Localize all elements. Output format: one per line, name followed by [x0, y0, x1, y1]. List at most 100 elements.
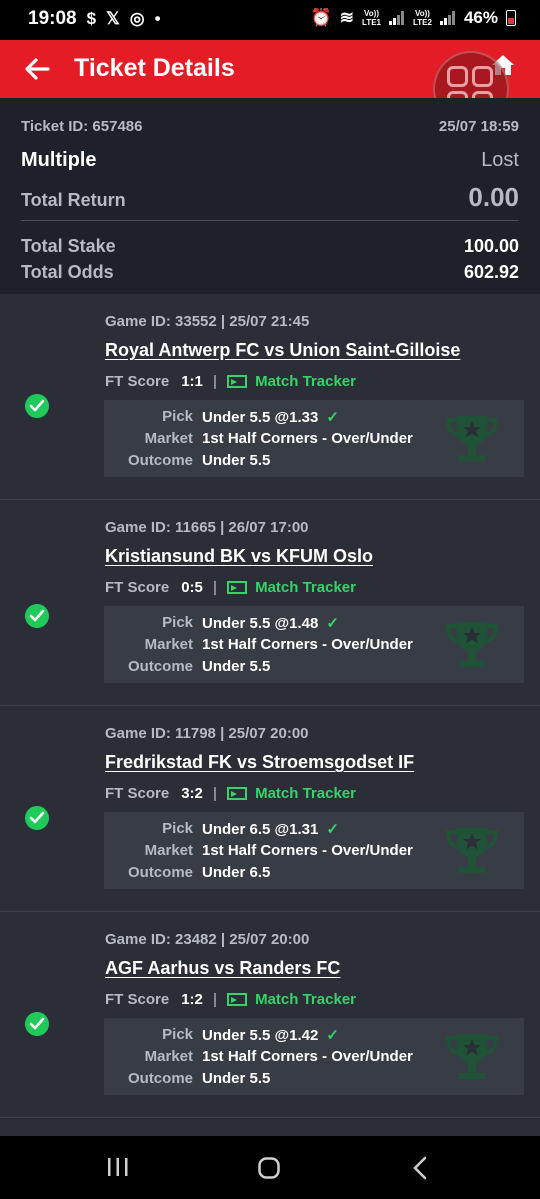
battery-percent: 46%	[463, 8, 498, 27]
pick-label: Pick	[162, 1026, 193, 1043]
grid-square-icon	[472, 66, 493, 87]
match-tracker-link[interactable]: Match Tracker	[255, 991, 356, 1008]
pick-details: Pick Under 6.5 @1.31 ✓ Market 1st Half Corn…	[104, 812, 524, 889]
status-bar: 19:08 $ 𝕏 ◎ • ⏰ ≋ Vo)) LTE1 Vo)) LTE2 46%	[0, 0, 540, 40]
ft-score: 0:5	[181, 579, 203, 596]
alarm-icon: ⏰	[310, 8, 332, 27]
total-odds-row: Total Odds 602.92	[21, 262, 519, 283]
summary-divider	[21, 220, 519, 221]
match-tracker-icon[interactable]	[227, 993, 248, 1006]
pick-label: Pick	[162, 614, 193, 631]
ticket-date: 25/07 18:59	[438, 118, 519, 135]
pick-details: Pick Under 5.5 @1.33 ✓ Market 1st Half Corn…	[104, 400, 524, 477]
game-id: Game ID: 11798 | 25/07 20:00	[105, 725, 309, 742]
total-return-row: Total Return 0.00	[21, 182, 519, 213]
market-label: Market	[144, 430, 193, 447]
outcome-value: Under 5.5	[202, 658, 271, 675]
x-icon: 𝕏	[106, 9, 120, 28]
separator: |	[212, 373, 218, 390]
recent-apps-icon[interactable]	[106, 1156, 130, 1183]
ft-score-row: FT Score 0:5 | Match Tracker	[105, 579, 356, 596]
bet-type-row: Multiple Lost	[21, 149, 519, 172]
won-check-icon	[25, 604, 49, 628]
match-tracker-icon[interactable]	[227, 787, 248, 800]
pick-value: Under 5.5 @1.48 ✓	[202, 615, 339, 632]
market-label: Market	[144, 1048, 193, 1065]
ft-score-label: FT Score	[105, 991, 170, 1008]
battery-icon	[506, 10, 516, 26]
check-icon: ✓	[326, 615, 339, 632]
ft-score-row: FT Score 1:1 | Match Tracker	[105, 373, 356, 390]
outcome-value: Under 5.5	[202, 452, 271, 469]
list-item: Game ID: 11798 | 25/07 20:00 Fredrikstad…	[0, 706, 540, 912]
home-nav-icon[interactable]	[257, 1156, 281, 1185]
ticket-meta-row: Ticket ID: 657486 25/07 18:59	[21, 118, 519, 135]
check-icon: ✓	[326, 409, 339, 426]
bet-legs-list: Game ID: 33552 | 25/07 21:45 Royal Antwe…	[0, 294, 540, 1118]
outcome-label: Outcome	[127, 1070, 193, 1087]
market-value: 1st Half Corners - Over/Under	[202, 1048, 413, 1065]
system-nav-bar	[0, 1136, 540, 1199]
game-id: Game ID: 33552 | 25/07 21:45	[105, 313, 310, 330]
page-title: Ticket Details	[74, 54, 235, 82]
list-item: Game ID: 33552 | 25/07 21:45 Royal Antwe…	[0, 294, 540, 500]
outcome-label: Outcome	[127, 864, 193, 881]
won-check-icon	[25, 394, 49, 418]
outcome-value: Under 5.5	[202, 1070, 271, 1087]
instagram-icon: ◎	[129, 9, 145, 28]
outcome-value: Under 6.5	[202, 864, 271, 881]
ft-score-label: FT Score	[105, 579, 170, 596]
pick-value: Under 5.5 @1.42 ✓	[202, 1027, 339, 1044]
signal-icon	[389, 11, 405, 25]
back-arrow-icon[interactable]	[20, 52, 54, 86]
status-time: 19:08	[28, 8, 77, 29]
outcome-label: Outcome	[127, 658, 193, 675]
separator: |	[212, 991, 218, 1008]
sim2-indicator: Vo)) LTE2	[413, 9, 432, 27]
trophy-icon	[445, 1034, 499, 1079]
ticket-id: Ticket ID: 657486	[21, 118, 143, 135]
ft-score-label: FT Score	[105, 785, 170, 802]
match-tracker-link[interactable]: Match Tracker	[255, 579, 356, 596]
outcome-label: Outcome	[127, 452, 193, 469]
ft-score: 1:1	[181, 373, 203, 390]
match-link[interactable]: Kristiansund BK vs KFUM Oslo	[105, 546, 373, 567]
match-tracker-icon[interactable]	[227, 581, 248, 594]
s-icon: $	[86, 9, 97, 28]
status-right: ⏰ ≋ Vo)) LTE1 Vo)) LTE2 46%	[311, 8, 516, 28]
game-id: Game ID: 23482 | 25/07 20:00	[105, 931, 310, 948]
match-link[interactable]: Fredrikstad FK vs Stroemsgodset IF	[105, 752, 414, 773]
match-tracker-link[interactable]: Match Tracker	[255, 785, 356, 802]
trophy-icon	[445, 622, 499, 667]
total-return-value: 0.00	[468, 182, 519, 212]
signal-icon	[439, 11, 456, 25]
sim1-indicator: Vo)) LTE1	[362, 9, 381, 27]
total-return-label: Total Return	[21, 190, 126, 210]
ft-score-row: FT Score 3:2 | Match Tracker	[105, 785, 356, 802]
back-nav-icon[interactable]	[410, 1156, 430, 1185]
match-link[interactable]: AGF Aarhus vs Randers FC	[105, 958, 340, 979]
trophy-icon	[445, 828, 499, 873]
total-stake-row: Total Stake 100.00	[21, 236, 519, 257]
market-value: 1st Half Corners - Over/Under	[202, 430, 413, 447]
pick-label: Pick	[162, 820, 193, 837]
match-tracker-link[interactable]: Match Tracker	[255, 373, 356, 390]
ft-score-label: FT Score	[105, 373, 170, 390]
grid-square-icon	[447, 66, 468, 87]
market-label: Market	[144, 636, 193, 653]
status-left: 19:08 $ 𝕏 ◎ •	[28, 8, 161, 30]
match-tracker-icon[interactable]	[227, 375, 248, 388]
ft-score: 1:2	[181, 991, 203, 1008]
pick-value: Under 5.5 @1.33 ✓	[202, 409, 339, 426]
market-value: 1st Half Corners - Over/Under	[202, 636, 413, 653]
match-link[interactable]: Royal Antwerp FC vs Union Saint-Gilloise	[105, 340, 460, 361]
list-item: Game ID: 23482 | 25/07 20:00 AGF Aarhus …	[0, 912, 540, 1118]
separator: |	[212, 785, 218, 802]
separator: |	[212, 579, 218, 596]
game-id: Game ID: 11665 | 26/07 17:00	[105, 519, 309, 536]
wifi-icon: ≋	[339, 8, 355, 27]
won-check-icon	[25, 806, 49, 830]
check-icon: ✓	[326, 821, 339, 838]
pick-value: Under 6.5 @1.31 ✓	[202, 821, 339, 838]
ticket-summary: Ticket ID: 657486 25/07 18:59 Multiple L…	[0, 98, 540, 294]
